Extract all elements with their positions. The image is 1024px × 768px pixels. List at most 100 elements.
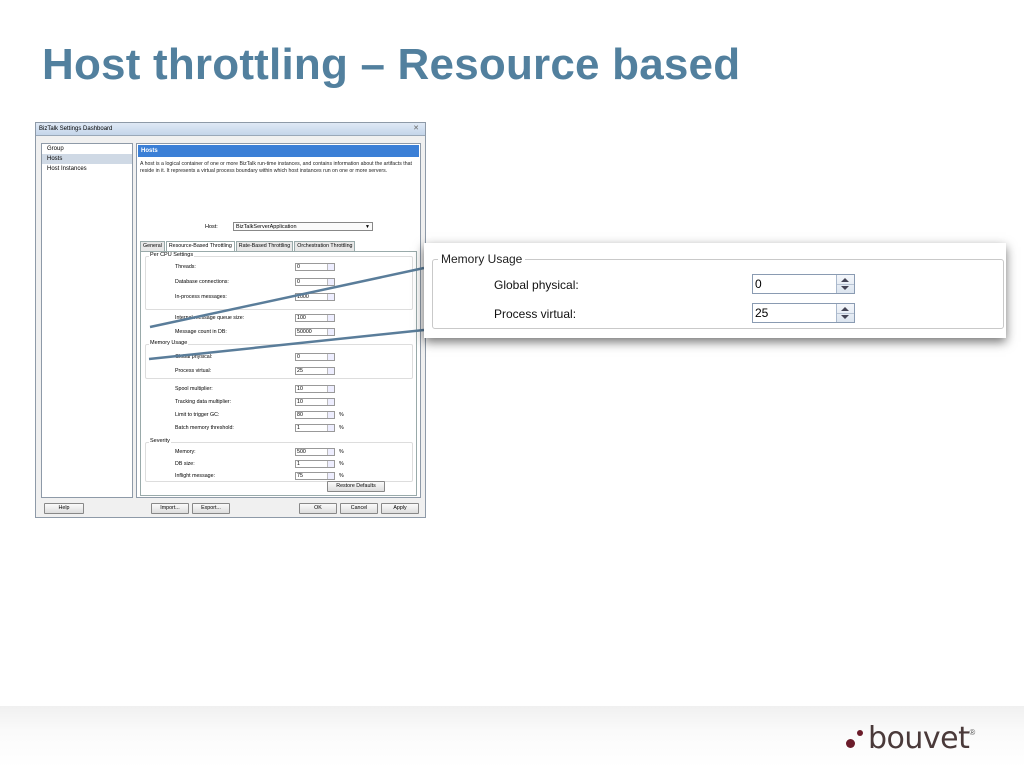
message-count-input[interactable]: 50000 <box>295 328 335 336</box>
dialog-titlebar: BizTalk Settings Dashboard ✕ <box>36 123 425 136</box>
memory-usage-callout: Memory Usage Global physical: 0 Process … <box>424 243 1006 338</box>
spool-multiplier-input[interactable]: 10 <box>295 385 335 393</box>
host-label: Host: <box>205 224 218 230</box>
spinner-icon[interactable] <box>327 399 334 405</box>
inprocess-value: 1000 <box>297 294 309 300</box>
spinner-icon[interactable] <box>327 412 334 418</box>
spinner-icon[interactable] <box>327 425 334 431</box>
spinner-icon[interactable] <box>327 315 334 321</box>
dbsize-label: DB size: <box>175 461 195 467</box>
callout-global-physical-value: 0 <box>755 277 762 291</box>
spinner-icon[interactable] <box>327 329 334 335</box>
db-connections-input[interactable]: 0 <box>295 278 335 286</box>
gc-limit-input[interactable]: 80 <box>295 411 335 419</box>
callout-process-virtual-label: Process virtual: <box>494 307 577 321</box>
per-cpu-title: Per CPU Settings <box>149 252 195 258</box>
severity-memory-input[interactable]: 500 <box>295 448 335 456</box>
tracking-multiplier-input[interactable]: 10 <box>295 398 335 406</box>
tab-rate-based-throttling[interactable]: Rate-Based Throttling <box>235 241 294 251</box>
help-button[interactable]: Help <box>44 503 84 514</box>
spinner-icon[interactable] <box>327 461 334 467</box>
severity-title: Severity <box>149 438 171 444</box>
global-physical-input[interactable]: 0 <box>295 353 335 361</box>
logo-registered-mark: ® <box>969 728 976 737</box>
message-count-value: 50000 <box>297 329 312 335</box>
severity-memory-unit: % <box>339 449 344 455</box>
export-button[interactable]: Export... <box>192 503 230 514</box>
severity-memory-label: Memory: <box>175 449 196 455</box>
dbsize-unit: % <box>339 461 344 467</box>
nav-item-host-instances[interactable]: Host Instances <box>42 164 132 174</box>
tracking-multiplier-label: Tracking data multiplier: <box>175 399 232 405</box>
tab-orchestration-throttling[interactable]: Orchestration Throttling <box>294 241 356 251</box>
batch-threshold-value: 1 <box>297 425 300 431</box>
spinner-icon[interactable] <box>327 354 334 360</box>
callout-process-virtual-input[interactable]: 25 <box>752 303 855 323</box>
nav-tree: Group Hosts Host Instances <box>41 143 133 498</box>
dbsize-input[interactable]: 1 <box>295 460 335 468</box>
queue-size-input[interactable]: 100 <box>295 314 335 322</box>
severity-memory-value: 500 <box>297 449 306 455</box>
dbsize-value: 1 <box>297 461 300 467</box>
chevron-down-icon: ▼ <box>365 224 370 230</box>
logo-dots-icon <box>846 723 868 753</box>
callout-global-physical-label: Global physical: <box>494 278 579 292</box>
callout-process-virtual-value: 25 <box>755 306 769 320</box>
process-virtual-value: 25 <box>297 368 303 374</box>
message-count-label: Message count in DB: <box>175 329 227 335</box>
spinner-icon[interactable] <box>327 386 334 392</box>
db-connections-label: Database connections: <box>175 279 229 285</box>
settings-dashboard-dialog: BizTalk Settings Dashboard ✕ Group Hosts… <box>35 122 426 518</box>
nav-item-hosts[interactable]: Hosts <box>42 154 132 164</box>
process-virtual-input[interactable]: 25 <box>295 367 335 375</box>
inprocess-input[interactable]: 1000 <box>295 293 335 301</box>
restore-defaults-button[interactable]: Restore Defaults <box>327 481 385 492</box>
tracking-multiplier-value: 10 <box>297 399 303 405</box>
bouvet-logo: bouvet ® <box>846 718 975 758</box>
logo-text: bouvet <box>868 720 970 756</box>
dialog-title: BizTalk Settings Dashboard <box>39 126 113 132</box>
spool-multiplier-label: Spool multiplier: <box>175 386 213 392</box>
section-header: Hosts <box>138 145 419 157</box>
spinner-icon[interactable] <box>327 368 334 374</box>
tab-general[interactable]: General <box>140 241 165 251</box>
ok-button[interactable]: OK <box>299 503 337 514</box>
threads-input[interactable]: 0 <box>295 263 335 271</box>
slide-title: Host throttling – Resource based <box>42 40 741 89</box>
spinner-icon[interactable] <box>836 304 854 322</box>
apply-button[interactable]: Apply <box>381 503 419 514</box>
batch-threshold-label: Batch memory threshold: <box>175 425 234 431</box>
memory-usage-title: Memory Usage <box>149 340 189 346</box>
tab-strip: General Resource-Based Throttling Rate-B… <box>140 241 356 252</box>
batch-unit: % <box>339 425 344 431</box>
import-button[interactable]: Import... <box>151 503 189 514</box>
tab-body: Per CPU Settings Threads: 0 Database con… <box>140 251 417 496</box>
settings-panel: Hosts A host is a logical container of o… <box>136 143 421 498</box>
threads-value: 0 <box>297 264 300 270</box>
spinner-icon[interactable] <box>327 279 334 285</box>
process-virtual-label: Process virtual: <box>175 368 212 374</box>
inflight-input[interactable]: 75 <box>295 472 335 480</box>
cancel-button[interactable]: Cancel <box>340 503 378 514</box>
callout-global-physical-input[interactable]: 0 <box>752 274 855 294</box>
queue-size-value: 100 <box>297 315 306 321</box>
host-select-value: BizTalkServerApplication <box>236 224 297 230</box>
batch-threshold-input[interactable]: 1 <box>295 424 335 432</box>
nav-item-group[interactable]: Group <box>42 144 132 154</box>
spinner-icon[interactable] <box>327 473 334 479</box>
spinner-icon[interactable] <box>327 449 334 455</box>
spinner-icon[interactable] <box>836 275 854 293</box>
spinner-icon[interactable] <box>327 264 334 270</box>
gc-limit-value: 80 <box>297 412 303 418</box>
db-connections-value: 0 <box>297 279 300 285</box>
spinner-icon[interactable] <box>327 294 334 300</box>
queue-size-label: Internal message queue size: <box>175 315 245 321</box>
close-icon[interactable]: ✕ <box>413 124 419 132</box>
host-select[interactable]: BizTalkServerApplication ▼ <box>233 222 373 231</box>
host-description: A host is a logical container of one or … <box>140 161 412 174</box>
inflight-label: Inflight message: <box>175 473 216 479</box>
inflight-unit: % <box>339 473 344 479</box>
spool-multiplier-value: 10 <box>297 386 303 392</box>
callout-title: Memory Usage <box>438 252 526 266</box>
global-physical-label: Global physical: <box>175 354 213 360</box>
